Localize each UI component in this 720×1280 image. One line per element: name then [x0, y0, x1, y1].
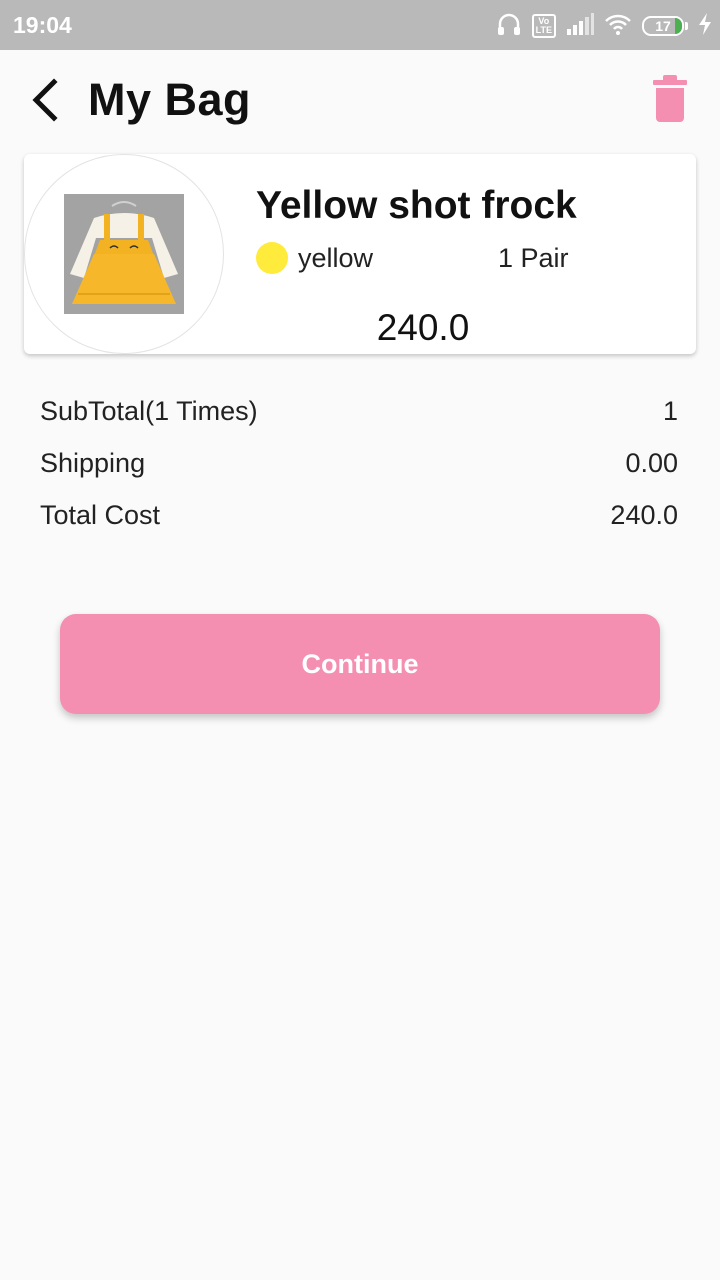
- delete-button[interactable]: [650, 74, 690, 124]
- item-price: 240.0: [376, 307, 470, 348]
- status-bar: 19:04 Vo LTE 17: [0, 0, 720, 50]
- wifi-icon: [604, 13, 632, 40]
- color-swatch-dot: [256, 242, 288, 274]
- cart-item-card[interactable]: Yellow shot frock yellow 1 Pair 240.0: [24, 154, 696, 354]
- summary-value: 1: [662, 396, 678, 426]
- battery-fill: [675, 18, 682, 34]
- headphones-icon: [496, 11, 522, 42]
- summary-row-subtotal: SubTotal(1 Times) 1: [40, 396, 678, 448]
- battery-tip: [685, 22, 688, 30]
- summary-row-shipping: Shipping 0.00: [40, 448, 678, 500]
- summary-label: SubTotal(1 Times): [40, 396, 258, 426]
- page-title: My Bag: [88, 74, 252, 125]
- back-button[interactable]: [28, 78, 68, 122]
- battery-icon: 17: [642, 16, 688, 36]
- summary-label: Shipping: [40, 448, 146, 478]
- status-icons: Vo LTE 17: [496, 12, 712, 40]
- battery-body: 17: [642, 16, 684, 36]
- quantity-label: 1 Pair: [498, 243, 569, 273]
- product-image: [64, 194, 184, 314]
- charging-icon: [698, 12, 712, 40]
- summary-label: Total Cost: [40, 500, 161, 530]
- trash-icon: [653, 75, 687, 122]
- color-label: yellow: [298, 243, 374, 273]
- chevron-left-icon: [32, 78, 58, 122]
- app-bar: My Bag: [0, 50, 720, 150]
- continue-button[interactable]: Continue: [60, 614, 660, 714]
- summary-row-total: Total Cost 240.0: [40, 500, 678, 552]
- order-summary: SubTotal(1 Times) 1 Shipping 0.00 Total …: [40, 396, 678, 552]
- volte-icon: Vo LTE: [531, 14, 556, 38]
- product-name: Yellow shot frock: [256, 184, 577, 227]
- battery-level: 17: [655, 18, 671, 34]
- summary-value: 0.00: [625, 448, 678, 478]
- summary-value: 240.0: [610, 500, 678, 530]
- status-time: 19:04: [13, 12, 72, 38]
- signal-icon: [566, 12, 594, 40]
- volte-bottom-text: LTE: [535, 25, 552, 35]
